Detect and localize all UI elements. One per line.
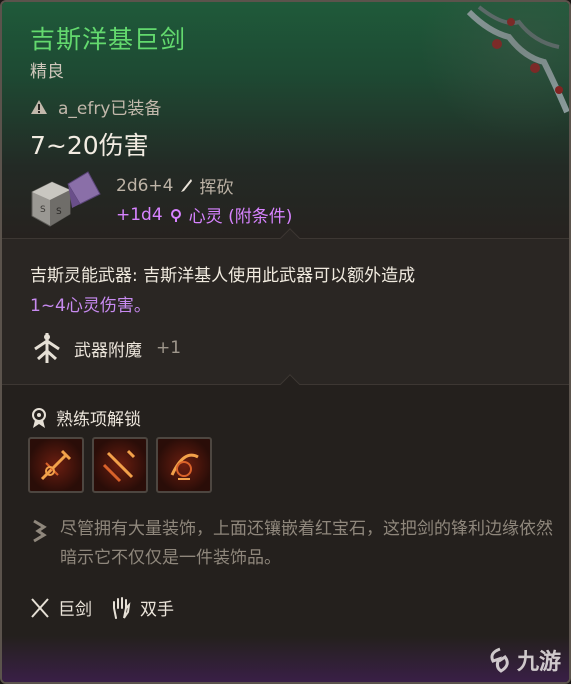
watermark-text: 九游 <box>516 650 561 675</box>
proficiency-label: 熟练项解锁 <box>56 410 141 430</box>
enchantment-label: 武器附魔 <box>74 340 142 361</box>
warning-icon <box>31 99 47 114</box>
bonus-damage-dice: +1d4 <box>116 204 163 225</box>
weapon-action-icon-2 <box>102 449 136 483</box>
action-slot-3[interactable] <box>156 437 212 493</box>
svg-text:S: S <box>56 207 62 217</box>
description-section: 吉斯灵能武器: 吉斯洋基人使用此武器可以额外造成 1~4心灵伤害。 武器附魔 +… <box>2 228 569 384</box>
item-name: 吉斯洋基巨剑 <box>30 25 187 54</box>
weapon-art-image <box>466 5 569 114</box>
description-text: 吉斯灵能武器: 吉斯洋基人使用此武器可以额外造成 <box>30 266 416 286</box>
flavor-icon <box>33 519 47 543</box>
description-psychic: 1~4心灵伤害。 <box>30 296 151 316</box>
property-type-label: 巨剑 <box>58 600 92 620</box>
watermark: 九游 <box>487 644 561 676</box>
proficiency-section: 熟练项解锁 尽管拥有大量装饰，上面还镶嵌着红宝石，这把剑的锋利边缘依然暗示它不仅… <box>2 374 569 682</box>
damage-range: 7~20伤害 <box>30 131 149 160</box>
enchantment-value: +1 <box>156 338 182 358</box>
action-slot-2[interactable] <box>92 437 148 493</box>
weapon-properties: 巨剑 双手 <box>30 595 174 620</box>
property-greatsword: 巨剑 <box>30 595 92 620</box>
weapon-action-icon-1 <box>40 449 72 481</box>
base-damage: 2d6+4 挥砍 <box>116 173 234 199</box>
property-two-handed: 双手 <box>110 595 174 620</box>
slashing-icon <box>181 178 193 192</box>
dice-icon: S S <box>31 171 101 227</box>
weapon-action-icon-3 <box>170 453 199 480</box>
action-list <box>28 437 212 493</box>
property-hands-label: 双手 <box>140 600 174 620</box>
footer-glow <box>2 636 569 682</box>
base-damage-type: 挥砍 <box>199 178 234 198</box>
watermark-logo-icon <box>490 647 509 673</box>
action-slot-1[interactable] <box>28 437 84 493</box>
equipped-label: a_efry已装备 <box>58 99 162 119</box>
enchantment-icon <box>34 333 60 363</box>
equipped-status: a_efry已装备 <box>30 94 161 119</box>
item-tooltip: 吉斯洋基巨剑 精良 a_efry已装备 7~20伤害 S S 2d6+4 挥砍 … <box>0 0 571 684</box>
proficiency-icon <box>32 407 46 428</box>
flavor-text: 尽管拥有大量装饰，上面还镶嵌着红宝石，这把剑的锋利边缘依然暗示它不仅仅是一件装饰… <box>60 519 553 568</box>
bonus-damage-type: 心灵 (附条件) <box>188 207 293 227</box>
base-damage-dice: 2d6+4 <box>116 175 174 196</box>
hand-icon <box>113 596 131 619</box>
crossed-swords-icon <box>31 597 49 618</box>
item-rarity: 精良 <box>30 62 64 82</box>
psychic-icon <box>170 208 181 222</box>
bonus-damage: +1d4 心灵 (附条件) <box>116 202 293 228</box>
svg-text:S: S <box>40 205 46 215</box>
weapon-enchantment: 武器附魔 +1 <box>30 331 181 365</box>
tooltip-header: 吉斯洋基巨剑 精良 a_efry已装备 7~20伤害 S S 2d6+4 挥砍 … <box>2 2 569 238</box>
proficiency-unlock: 熟练项解锁 <box>30 405 141 430</box>
